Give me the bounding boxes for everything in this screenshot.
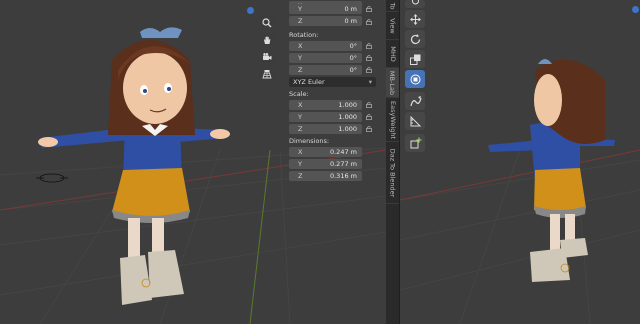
scale-y-field[interactable]: Y 1.000: [289, 112, 362, 122]
lock-icon[interactable]: [366, 114, 373, 120]
lock-icon[interactable]: [366, 126, 373, 132]
transform-icon[interactable]: [405, 70, 425, 88]
hand-pan-icon[interactable]: [260, 33, 274, 46]
lock-icon[interactable]: [366, 102, 373, 108]
viewport-right-scene: [400, 59, 640, 324]
tab-mb-lab[interactable]: MB-Lab: [386, 68, 399, 98]
move-icon[interactable]: [405, 10, 425, 28]
rotation-mode-dropdown[interactable]: XYZ Euler ▾: [289, 77, 376, 87]
rotation-x-field[interactable]: X 0°: [289, 41, 362, 51]
zoom-icon[interactable]: [260, 16, 274, 29]
dimensions-x-field[interactable]: X 0.247 m: [289, 147, 362, 157]
location-y-field[interactable]: Y0 m: [289, 4, 362, 14]
lock-icon[interactable]: [366, 6, 373, 12]
dimensions-z-field[interactable]: Z 0.316 m: [289, 171, 362, 181]
tab-daz-to-blender[interactable]: Daz To Blender: [386, 142, 399, 204]
toolbar: [402, 0, 428, 160]
lock-icon[interactable]: [366, 19, 373, 25]
lock-icon[interactable]: [366, 55, 373, 61]
dimensions-y-field[interactable]: Y 0.277 m: [289, 159, 362, 169]
sidebar-tabs: To View MHD MB-Lab EasyWeight Daz To Ble…: [386, 0, 399, 324]
rotation-z-field[interactable]: Z 0°: [289, 65, 362, 75]
camera-icon[interactable]: [260, 50, 274, 63]
tab-view[interactable]: View: [386, 12, 399, 40]
scale-z-field[interactable]: Z 1.000: [289, 124, 362, 134]
rotate-icon[interactable]: [405, 30, 425, 48]
scale-label: Scale:: [289, 90, 309, 98]
y-axis-line: [249, 149, 271, 324]
scale-x-field[interactable]: X 1.000: [289, 100, 362, 110]
location-z-field[interactable]: Z0 m: [289, 16, 362, 26]
n-panel-transform: X Y0 m Z0 m Rotation: X0° Y0° Z0° XYZ Eu…: [286, 0, 384, 186]
tab-mhd[interactable]: MHD: [386, 40, 399, 68]
dimensions-label: Dimensions:: [289, 137, 330, 145]
gizmo-dot-left[interactable]: [247, 7, 254, 14]
grid-icon[interactable]: [260, 67, 274, 80]
rotation-y-field[interactable]: Y 0°: [289, 53, 362, 63]
tab-tool[interactable]: To: [386, 0, 399, 12]
rotation-label: Rotation:: [289, 31, 319, 39]
viewport-right[interactable]: [400, 0, 640, 324]
viewport-left[interactable]: X Y0 m Z0 m Rotation: X0° Y0° Z0° XYZ Eu…: [0, 0, 386, 324]
annotate-icon[interactable]: [405, 92, 425, 110]
lock-icon[interactable]: [366, 43, 373, 49]
chevron-down-icon: ▾: [368, 78, 372, 86]
cursor-icon[interactable]: [405, 0, 425, 8]
tab-easyweight[interactable]: EasyWeight: [386, 98, 399, 142]
scale-icon[interactable]: [405, 50, 425, 68]
measure-icon[interactable]: [405, 112, 425, 130]
add-cube-icon[interactable]: [405, 134, 425, 152]
character-side-view: [488, 59, 615, 282]
lock-icon[interactable]: [366, 67, 373, 73]
gizmo-dot-right[interactable]: [632, 6, 639, 13]
character-front-view: [38, 27, 230, 305]
